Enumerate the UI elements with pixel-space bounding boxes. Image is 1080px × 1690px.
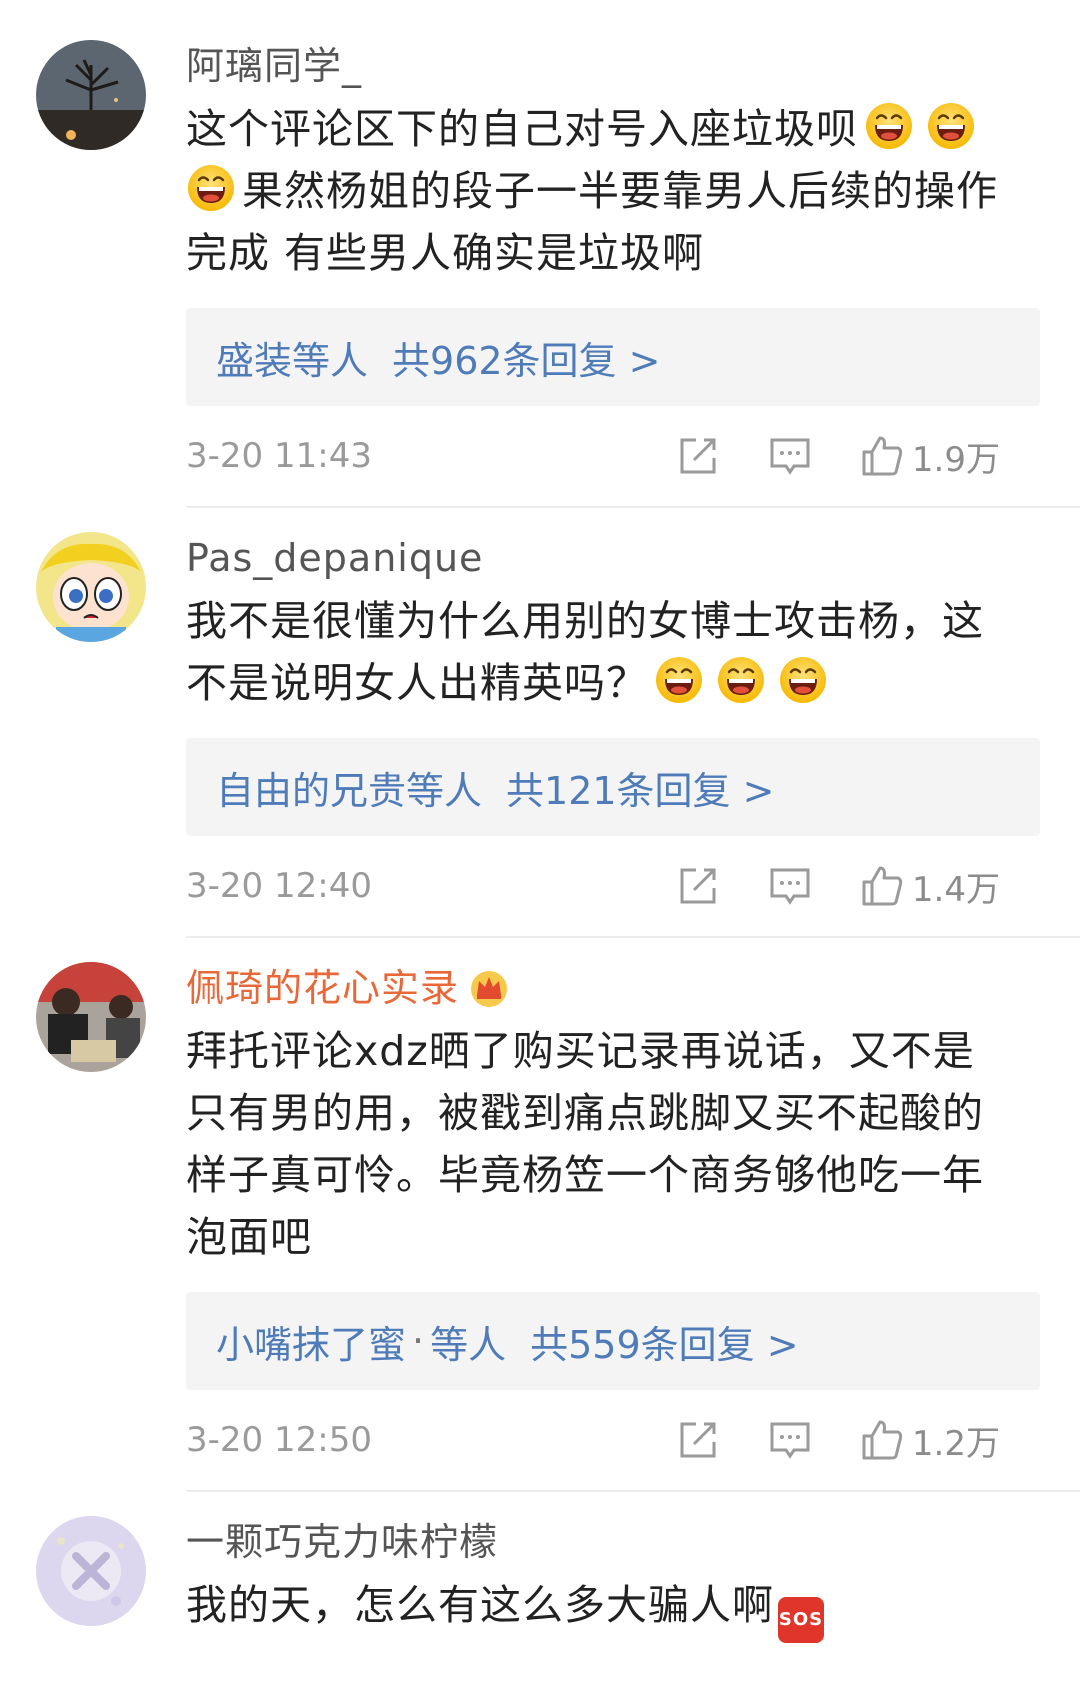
thumbs-up-icon[interactable] xyxy=(860,864,904,908)
comment-line: 泡面吧 xyxy=(186,1213,312,1261)
reply-count: 共121条回复 > xyxy=(506,768,775,813)
laughing-emoji xyxy=(186,163,236,213)
avatar[interactable] xyxy=(36,962,146,1072)
laughing-emoji xyxy=(716,655,766,705)
comment-item: 佩琦的花心实录 拜托评论xdz晒了购买记录再说话，又不是 只有男的用，被戳到痛点… xyxy=(0,938,1080,1490)
reply-users-suffix: 等人 xyxy=(430,1322,507,1367)
separator-dot: · xyxy=(412,1319,425,1363)
username-text: 佩琦的花心实录 xyxy=(186,966,460,1010)
thumbs-up-icon[interactable] xyxy=(860,434,904,478)
comment-actions: 1.2万 xyxy=(628,1390,1000,1490)
comment-line: 拜托评论xdz晒了购买记录再说话，又不是 xyxy=(186,1027,975,1075)
comment-actions: 1.4万 xyxy=(628,836,1000,936)
replies-link[interactable]: 自由的兄贵等人 共121条回复 > xyxy=(186,738,1040,836)
username[interactable]: 阿璃同学_ xyxy=(186,40,1040,92)
laughing-emoji xyxy=(654,655,704,705)
comment-item: 阿璃同学_ 这个评论区下的自己对号入座垃圾呗 果然杨姐的段子一半要靠男人后续的操… xyxy=(0,0,1080,506)
like-count: 1.4万 xyxy=(911,869,1000,910)
comment-meta: 3-20 12:50 1.2万 xyxy=(186,1390,1040,1490)
replies-link[interactable]: 盛装等人 共962条回复 > xyxy=(186,308,1040,406)
username[interactable]: 佩琦的花心实录 xyxy=(186,962,1040,1014)
reply-users: 小嘴抹了蜜 xyxy=(216,1322,407,1367)
avatar[interactable] xyxy=(36,1516,146,1626)
timestamp: 3-20 11:43 xyxy=(186,436,372,476)
like-count: 1.2万 xyxy=(911,1423,1000,1464)
share-icon[interactable] xyxy=(676,1418,720,1462)
comment-line: 我不是很懂为什么用别的女博士攻击杨，这 xyxy=(186,597,984,645)
comment-icon[interactable] xyxy=(768,434,812,478)
sos-emoji: SOS xyxy=(778,1597,824,1643)
comment-line: 我的天，怎么有这么多大骗人啊 xyxy=(186,1581,774,1629)
thumbs-up-icon[interactable] xyxy=(860,1418,904,1462)
comment-line: 完成 有些男人确实是垃圾啊 xyxy=(186,229,705,277)
comment-line: 不是说明女人出精英吗？ xyxy=(186,659,648,707)
reply-users: 盛装等人 xyxy=(216,338,369,383)
crown-badge-icon xyxy=(471,971,508,1007)
username[interactable]: 一颗巧克力味柠檬 xyxy=(186,1516,1040,1568)
comment-icon[interactable] xyxy=(768,1418,812,1462)
avatar[interactable] xyxy=(36,40,146,150)
comment-meta: 3-20 12:40 1.4万 xyxy=(186,836,1040,936)
username[interactable]: Pas_depanique xyxy=(186,532,1040,584)
timestamp: 3-20 12:40 xyxy=(186,866,372,906)
comment-text: 我的天，怎么有这么多大骗人啊 SOS xyxy=(186,1574,1040,1643)
laughing-emoji xyxy=(864,101,914,151)
replies-link[interactable]: 小嘴抹了蜜 · 等人 共559条回复 > xyxy=(186,1292,1040,1390)
comment-icon[interactable] xyxy=(768,864,812,908)
comment-actions: 1.9万 xyxy=(628,406,1000,506)
timestamp: 3-20 12:50 xyxy=(186,1420,372,1460)
comment-meta: 3-20 11:43 1.9万 xyxy=(186,406,1040,506)
comment-line: 果然杨姐的段子一半要靠男人后续的操作 xyxy=(242,167,998,215)
share-icon[interactable] xyxy=(676,864,720,908)
comment-line: 样子真可怜。毕竟杨笠一个商务够他吃一年 xyxy=(186,1151,984,1199)
comment-text: 拜托评论xdz晒了购买记录再说话，又不是 只有男的用，被戳到痛点跳脚又买不起酸的… xyxy=(186,1020,1040,1268)
like-count: 1.9万 xyxy=(911,439,1000,480)
reply-users: 自由的兄贵等人 xyxy=(216,768,483,813)
reply-count: 共962条回复 > xyxy=(392,338,661,383)
share-icon[interactable] xyxy=(676,434,720,478)
comment-item: 一颗巧克力味柠檬 我的天，怎么有这么多大骗人啊 SOS xyxy=(0,1492,1080,1643)
laughing-emoji xyxy=(926,101,976,151)
comment-line: 只有男的用，被戳到痛点跳脚又买不起酸的 xyxy=(186,1089,984,1137)
comment-text: 我不是很懂为什么用别的女博士攻击杨，这 不是说明女人出精英吗？ xyxy=(186,590,1040,714)
comment-item: Pas_depanique 我不是很懂为什么用别的女博士攻击杨，这 不是说明女人… xyxy=(0,508,1080,936)
avatar[interactable] xyxy=(36,532,146,642)
laughing-emoji xyxy=(778,655,828,705)
reply-count: 共559条回复 > xyxy=(530,1322,799,1367)
comment-line: 这个评论区下的自己对号入座垃圾呗 xyxy=(186,105,858,153)
comment-text: 这个评论区下的自己对号入座垃圾呗 果然杨姐的段子一半要靠男人后续的操作 完成 有… xyxy=(186,98,1040,284)
